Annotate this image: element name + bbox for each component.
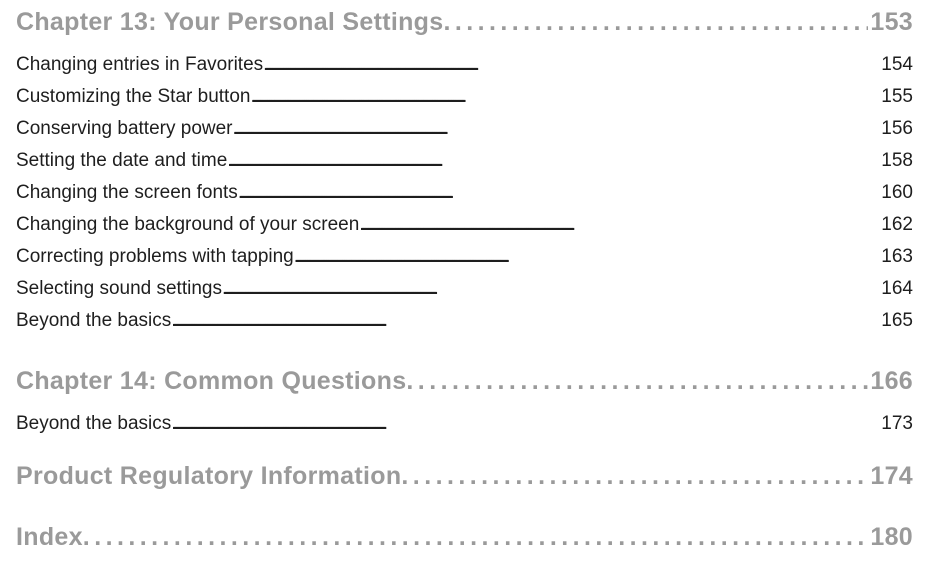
toc-section-index[interactable]: Index 180 bbox=[16, 523, 913, 552]
toc-entry[interactable]: Conserving battery power 156 bbox=[16, 118, 913, 140]
entry-label: Correcting problems with tapping bbox=[16, 246, 294, 267]
dot-leader bbox=[238, 182, 879, 204]
dot-leader bbox=[222, 278, 879, 300]
toc-entry[interactable]: Changing the background of your screen 1… bbox=[16, 214, 913, 236]
dot-leader bbox=[401, 462, 868, 491]
entry-label: Customizing the Star button bbox=[16, 86, 251, 107]
page-number: 164 bbox=[881, 278, 913, 299]
table-of-contents: Chapter 13: Your Personal Settings 153 C… bbox=[0, 0, 930, 577]
dot-leader bbox=[171, 413, 879, 435]
section-title: Index bbox=[16, 523, 83, 551]
page-number: 173 bbox=[881, 413, 913, 434]
entry-label: Conserving battery power bbox=[16, 118, 233, 139]
toc-entry[interactable]: Beyond the basics 173 bbox=[16, 413, 913, 435]
dot-leader bbox=[250, 86, 879, 108]
page-number: 174 bbox=[870, 462, 913, 490]
page-number: 163 bbox=[881, 246, 913, 267]
toc-entry[interactable]: Beyond the basics 165 bbox=[16, 310, 913, 332]
entry-label: Changing the screen fonts bbox=[16, 182, 238, 203]
page-number: 180 bbox=[870, 523, 913, 551]
page-number: 156 bbox=[881, 118, 913, 139]
page-number: 160 bbox=[881, 182, 913, 203]
dot-leader bbox=[227, 150, 879, 172]
page-number: 165 bbox=[881, 310, 913, 331]
page-number: 162 bbox=[881, 214, 913, 235]
entry-label: Changing entries in Favorites bbox=[16, 54, 264, 75]
dot-leader bbox=[443, 8, 868, 37]
dot-leader bbox=[263, 54, 879, 76]
page-number: 166 bbox=[870, 367, 913, 395]
page-number: 154 bbox=[881, 54, 913, 75]
dot-leader bbox=[233, 118, 880, 140]
chapter-title: Chapter 13: Your Personal Settings bbox=[16, 8, 444, 36]
toc-entry[interactable]: Correcting problems with tapping 163 bbox=[16, 246, 913, 268]
section-title: Product Regulatory Information bbox=[16, 462, 402, 490]
toc-chapter-14[interactable]: Chapter 14: Common Questions 166 bbox=[16, 367, 913, 396]
entry-label: Setting the date and time bbox=[16, 150, 228, 171]
page-number: 153 bbox=[870, 8, 913, 36]
toc-entry[interactable]: Changing entries in Favorites 154 bbox=[16, 54, 913, 76]
toc-section-regulatory[interactable]: Product Regulatory Information 174 bbox=[16, 462, 913, 491]
dot-leader bbox=[83, 523, 869, 552]
toc-entry[interactable]: Setting the date and time 158 bbox=[16, 150, 913, 172]
page-number: 155 bbox=[881, 86, 913, 107]
chapter-title: Chapter 14: Common Questions bbox=[16, 367, 407, 395]
entry-label: Beyond the basics bbox=[16, 310, 172, 331]
toc-chapter-13[interactable]: Chapter 13: Your Personal Settings 153 bbox=[16, 8, 913, 37]
dot-leader bbox=[171, 310, 879, 332]
entry-label: Beyond the basics bbox=[16, 413, 172, 434]
toc-entry[interactable]: Changing the screen fonts 160 bbox=[16, 182, 913, 204]
dot-leader bbox=[294, 246, 880, 268]
page-number: 158 bbox=[881, 150, 913, 171]
entry-label: Changing the background of your screen bbox=[16, 214, 360, 235]
toc-entry[interactable]: Customizing the Star button 155 bbox=[16, 86, 913, 108]
entry-label: Selecting sound settings bbox=[16, 278, 222, 299]
dot-leader bbox=[406, 367, 868, 396]
dot-leader bbox=[359, 214, 879, 236]
toc-entry[interactable]: Selecting sound settings 164 bbox=[16, 278, 913, 300]
